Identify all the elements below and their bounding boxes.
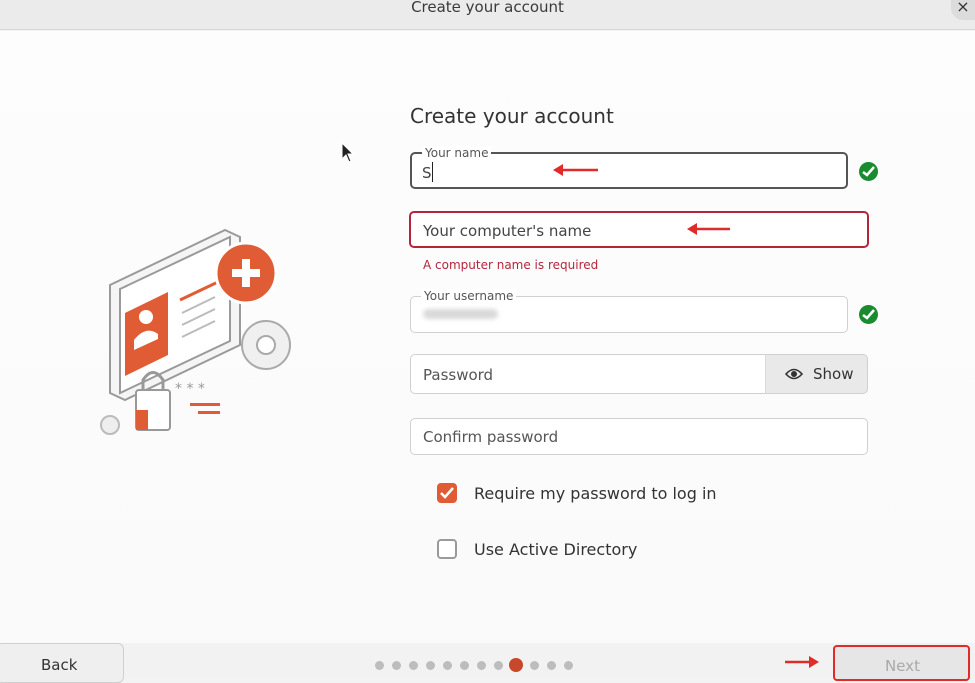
your-name-field[interactable]: Your name S: [410, 146, 848, 189]
step-dot: [477, 661, 486, 670]
step-dot: [494, 661, 503, 670]
username-valid-check-icon: [859, 305, 878, 324]
window-title: Create your account: [411, 0, 564, 16]
username-field[interactable]: Your username: [410, 289, 848, 333]
computer-name-placeholder: Your computer's name: [423, 222, 592, 240]
require-password-checkbox[interactable]: [437, 483, 457, 503]
back-button[interactable]: Back: [0, 643, 124, 683]
computer-name-error: A computer name is required: [423, 258, 599, 272]
back-label: Back: [41, 656, 78, 674]
mouse-cursor-icon: [341, 142, 355, 163]
step-dot: [392, 661, 401, 670]
computer-name-field[interactable]: Your computer's name: [409, 211, 869, 248]
red-arrow-annotation: [785, 656, 819, 668]
active-directory-label[interactable]: Use Active Directory: [474, 540, 637, 559]
step-dot: [443, 661, 452, 670]
step-dot-active: [509, 658, 523, 672]
svg-text:* * *: * * *: [175, 381, 205, 397]
step-dot: [375, 661, 384, 670]
next-button[interactable]: Next: [833, 645, 970, 681]
step-dot: [426, 661, 435, 670]
step-dot: [547, 661, 556, 670]
confirm-password-placeholder: Confirm password: [423, 428, 559, 446]
username-value-redacted: [423, 309, 498, 319]
step-dot: [409, 661, 418, 670]
active-directory-checkbox[interactable]: [437, 539, 457, 559]
step-dot: [460, 661, 469, 670]
your-name-value: S: [422, 164, 432, 182]
step-dot: [564, 661, 573, 670]
checkbox-check-icon: [440, 487, 454, 499]
account-security-illustration: * * *: [100, 228, 291, 435]
next-label: Next: [885, 657, 920, 675]
password-field[interactable]: Password: [410, 354, 768, 394]
page-title: Create your account: [410, 104, 614, 128]
username-label: Your username: [421, 289, 517, 303]
step-indicator: [375, 658, 585, 672]
red-arrow-annotation: [553, 164, 598, 176]
your-name-label: Your name: [422, 146, 492, 160]
confirm-password-field[interactable]: Confirm password: [410, 418, 868, 455]
require-password-label[interactable]: Require my password to log in: [474, 484, 717, 503]
red-arrow-annotation: [687, 223, 730, 235]
step-dot: [530, 661, 539, 670]
text-caret: [432, 162, 433, 182]
name-valid-check-icon: [859, 162, 878, 181]
password-placeholder: Password: [423, 366, 494, 384]
show-password-button[interactable]: Show: [765, 354, 868, 394]
eye-icon: [785, 368, 803, 380]
show-label: Show: [813, 365, 854, 383]
close-button[interactable]: ×: [951, 0, 975, 20]
title-bar: Create your account ×: [0, 0, 975, 30]
